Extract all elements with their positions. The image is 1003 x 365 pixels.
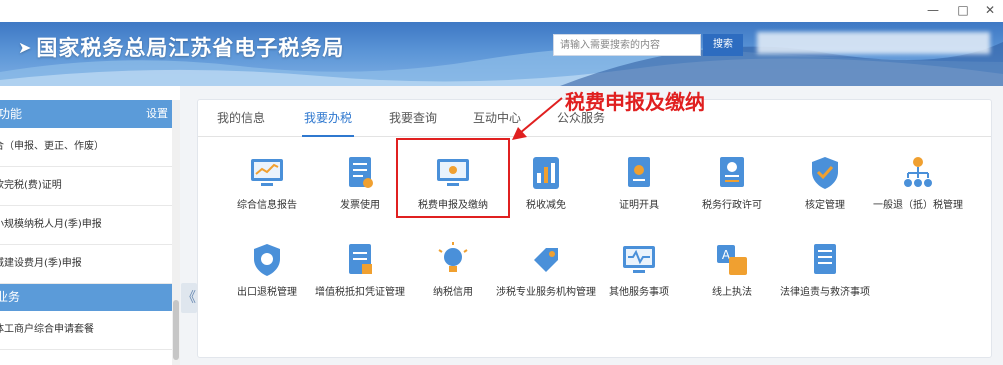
settings-link[interactable]: 设置 [146, 100, 168, 128]
user-info-area [757, 32, 990, 54]
collapse-sidebar-button[interactable]: 《 [181, 283, 197, 313]
highlight-box [396, 138, 510, 218]
sidebar-header-business: 业务 [0, 284, 180, 311]
tab-interaction[interactable]: 互动中心 [468, 100, 526, 136]
document-icon [349, 244, 372, 274]
tab-my-info[interactable]: 我的信息 [212, 100, 270, 136]
tag-icon [534, 248, 558, 272]
certificate-icon [628, 157, 650, 187]
search-button[interactable]: 搜索 [703, 34, 743, 56]
annotation-label: 税费申报及缴纳 [565, 90, 705, 114]
emblem-icon: ➤ [18, 38, 33, 57]
monitor-wave-icon [623, 246, 655, 273]
sidebar-scrollbar[interactable] [172, 100, 180, 365]
tab-query[interactable]: 我要查询 [384, 100, 442, 136]
shield-check-icon [812, 157, 838, 189]
bar-chart-icon [533, 157, 559, 189]
left-sidebar: 功能 设置 合（申报、更正、作废） 款完税(费)证明 小规模纳税人月(季)申报 … [0, 100, 180, 365]
close-button[interactable]: ✕ [975, 0, 1003, 22]
site-title-text: 国家税务总局江苏省电子税务局 [36, 36, 345, 60]
legal-doc-icon [814, 244, 836, 274]
sidebar-section-title: 功能 [0, 107, 23, 121]
scrollbar-thumb[interactable] [173, 300, 179, 360]
sidebar-item[interactable]: 城建设费月(季)申报 [0, 245, 180, 284]
service-panel: 我的信息 我要办税 我要查询 互动中心 公众服务 [197, 99, 992, 358]
tab-do-tax[interactable]: 我要办税 [302, 100, 354, 137]
header-banner: ➤国家税务总局江苏省电子税务局 搜索 [0, 22, 1003, 86]
tile-legal-remedy[interactable]: 法律追责与救济事项 [770, 240, 880, 299]
chart-monitor-icon [251, 159, 283, 186]
sidebar-item[interactable]: 合（申报、更正、作废） [0, 128, 180, 167]
sidebar-item[interactable]: 小规模纳税人月(季)申报 [0, 206, 180, 245]
invoice-doc-icon [349, 157, 373, 188]
site-title: ➤ 国家税务总局江苏省电子税务局 [18, 32, 344, 62]
minimize-button[interactable]: — [918, 0, 948, 22]
license-icon [720, 157, 744, 187]
sidebar-item[interactable]: 款完税(费)证明 [0, 167, 180, 206]
lightbulb-icon [438, 242, 468, 272]
org-tree-icon [904, 157, 932, 187]
window-titlebar: — □ ✕ [0, 0, 1003, 23]
translate-icon: A [717, 245, 747, 275]
shield-icon [254, 244, 280, 276]
sidebar-item[interactable]: 体工商户综合申请套餐 [0, 311, 180, 350]
tile-refund[interactable]: 一般退（抵）税管理 [863, 153, 973, 212]
sidebar-header-functions: 功能 设置 [0, 100, 180, 128]
maximize-button[interactable]: □ [948, 0, 978, 22]
search-input[interactable] [553, 34, 701, 56]
